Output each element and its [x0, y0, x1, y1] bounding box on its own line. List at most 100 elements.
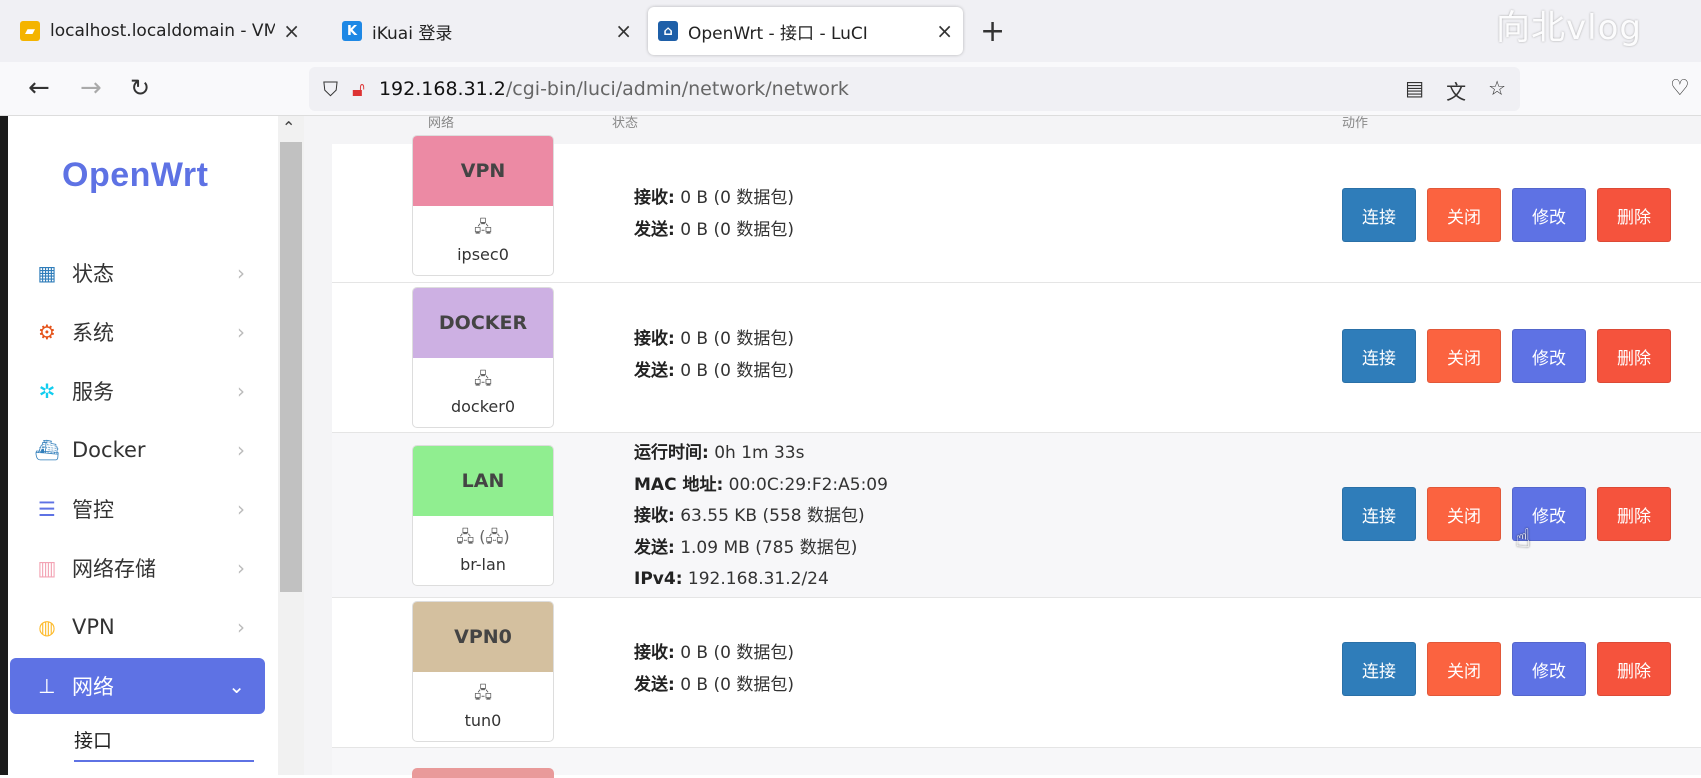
mouse-cursor-icon: ☝ [1515, 524, 1531, 554]
status-value: 0 B (0 数据包) [674, 360, 794, 381]
sidebar-item-label: 服务 [72, 379, 114, 404]
sidebar-item-system[interactable]: ⚙ 系统 › [10, 302, 265, 361]
sidebar-item-nas[interactable]: ▥ 网络存储 › [10, 538, 265, 597]
edit-button[interactable]: 修改 [1512, 329, 1586, 383]
chevron-right-icon: › [237, 555, 245, 580]
connect-button[interactable]: 连接 [1342, 642, 1416, 696]
chevron-right-icon: › [237, 437, 245, 462]
action-buttons: 连接 关闭 修改 删除 [1342, 642, 1671, 696]
header-actions: 动作 [1342, 116, 1369, 131]
connect-button[interactable]: 连接 [1342, 329, 1416, 383]
status-key: IPv4: [634, 569, 683, 589]
interface-status: 接收: 0 B (0 数据包) 发送: 0 B (0 数据包) [634, 324, 794, 387]
forward-arrow-icon[interactable]: → [80, 74, 102, 102]
device-name: br-lan [460, 555, 506, 574]
delete-button[interactable]: 删除 [1597, 487, 1671, 541]
bookmark-star-icon[interactable]: ☆ [1488, 76, 1506, 105]
url-host: 192.168.31.2 [378, 78, 506, 100]
interface-badge[interactable]: VPN0 🖧︎ tun0 [412, 601, 554, 742]
interface-name: DOCKER [413, 288, 553, 358]
chevron-right-icon: › [237, 496, 245, 521]
delete-button[interactable]: 删除 [1597, 329, 1671, 383]
new-tab-button[interactable]: + [980, 14, 1005, 49]
edit-button[interactable]: 修改 [1512, 642, 1586, 696]
status-key: 发送: [634, 360, 675, 381]
shield-icon[interactable]: ⛉ [323, 77, 338, 101]
sidebar-item-services[interactable]: ✲ 服务 › [10, 361, 265, 420]
chevron-right-icon: › [237, 319, 245, 344]
bridge-icon: 🖧︎ (🖧︎) [456, 527, 510, 546]
tab-title: localhost.localdomain - VMware [50, 21, 276, 41]
status-key: 发送: [634, 674, 675, 695]
reload-icon[interactable]: ↻ [130, 74, 150, 102]
interface-row-docker: DOCKER 🖧︎ docker0 接收: 0 B (0 数据包) 发送: 0 … [332, 283, 1701, 433]
pocket-icon[interactable]: ♡ [1670, 76, 1690, 101]
sidebar-item-docker[interactable]: ⛴ Docker › [10, 420, 265, 479]
delete-button[interactable]: 删除 [1597, 642, 1671, 696]
stop-button[interactable]: 关闭 [1427, 642, 1501, 696]
device-name: ipsec0 [457, 245, 509, 264]
url-text[interactable]: 192.168.31.2/cgi-bin/luci/admin/network/… [379, 78, 849, 100]
chevron-right-icon: › [237, 378, 245, 403]
status-key: 接收: [634, 643, 675, 663]
interface-row-vpn0: VPN0 🖧︎ tun0 接收: 0 B (0 数据包) 发送: 0 B (0 … [332, 598, 1701, 748]
status-value: 0h 1m 33s [708, 443, 805, 463]
header-status: 状态 [612, 116, 639, 131]
watermark: 向北vlog [1496, 8, 1642, 48]
vmware-icon: ▰ [20, 21, 40, 41]
ethernet-icon: 🖧︎ [474, 683, 492, 702]
interface-badge[interactable]: VPN 🖧︎ ipsec0 [412, 135, 554, 276]
status-value: 0 B (0 数据包) [674, 329, 794, 349]
sidebar-item-label: 状态 [72, 261, 114, 286]
status-value: 192.168.31.2/24 [682, 569, 829, 589]
sidebar-item-status[interactable]: ▦ 状态 › [10, 243, 265, 302]
interface-badge[interactable] [412, 768, 554, 778]
submenu-item-interfaces[interactable]: 接口 [74, 726, 254, 762]
chevron-right-icon: › [237, 614, 245, 639]
interface-badge[interactable]: LAN 🖧︎ (🖧︎) br-lan [412, 445, 554, 586]
docker-icon: ⛴ [34, 437, 60, 462]
insecure-lock-icon[interactable]: 🔓︎ [352, 77, 365, 101]
openwrt-icon: ⌂ [658, 21, 678, 41]
status-key: 发送: [634, 537, 675, 558]
status-value: 0 B (0 数据包) [674, 643, 794, 663]
status-value: 00:0C:29:F2:A5:09 [723, 474, 888, 495]
back-arrow-icon[interactable]: ← [28, 74, 50, 102]
delete-button[interactable]: 删除 [1597, 188, 1671, 242]
sliders-icon: ☰ [38, 496, 56, 521]
sidebar-item-label: 网络存储 [72, 556, 156, 581]
status-key: 接收: [634, 506, 675, 526]
tab-title: iKuai 登录 [372, 23, 453, 44]
sidebar-scrollbar-thumb[interactable] [280, 142, 302, 592]
tab-ikuai[interactable]: K iKuai 登录 × [332, 7, 642, 55]
close-icon[interactable]: × [283, 19, 300, 43]
connect-button[interactable]: 连接 [1342, 487, 1416, 541]
stop-button[interactable]: 关闭 [1427, 487, 1501, 541]
scroll-up-arrow-icon[interactable]: ⌃ [282, 118, 295, 137]
globe-icon: ◍ [38, 614, 56, 639]
interface-row-vpn: VPN 🖧︎ ipsec0 接收: 0 B (0 数据包) 发送: 0 B (0… [332, 135, 1701, 283]
status-key: MAC 地址: [634, 474, 724, 495]
reader-view-icon[interactable]: ▤ [1405, 76, 1424, 105]
status-key: 运行时间: [634, 443, 709, 463]
tab-openwrt[interactable]: ⌂ OpenWrt - 接口 - LuCI × [648, 7, 963, 55]
openwrt-logo[interactable]: OpenWrt [62, 156, 208, 195]
stop-button[interactable]: 关闭 [1427, 188, 1501, 242]
sidebar-item-network[interactable]: ⊥ 网络 ⌄ [10, 658, 265, 714]
stop-button[interactable]: 关闭 [1427, 329, 1501, 383]
close-icon[interactable]: × [936, 19, 953, 43]
sidebar-item-vpn[interactable]: ◍ VPN › [10, 597, 265, 656]
ethernet-icon: 🖧︎ [474, 217, 492, 236]
edit-button[interactable]: 修改 [1512, 188, 1586, 242]
url-bar[interactable]: ⛉ 🔓︎ 192.168.31.2/cgi-bin/luci/admin/net… [309, 67, 1520, 111]
translate-icon[interactable]: 文 [1446, 76, 1466, 105]
close-icon[interactable]: × [615, 19, 632, 43]
interface-name: VPN [413, 136, 553, 206]
action-buttons: 连接 关闭 修改 删除 [1342, 188, 1671, 242]
connect-button[interactable]: 连接 [1342, 188, 1416, 242]
tab-vmware[interactable]: ▰ localhost.localdomain - VMware × [10, 7, 310, 55]
interface-status: 接收: 0 B (0 数据包) 发送: 0 B (0 数据包) [634, 638, 794, 701]
sidebar-item-control[interactable]: ☰ 管控 › [10, 479, 265, 538]
sidebar-item-label: VPN [72, 614, 115, 639]
interface-badge[interactable]: DOCKER 🖧︎ docker0 [412, 287, 554, 428]
